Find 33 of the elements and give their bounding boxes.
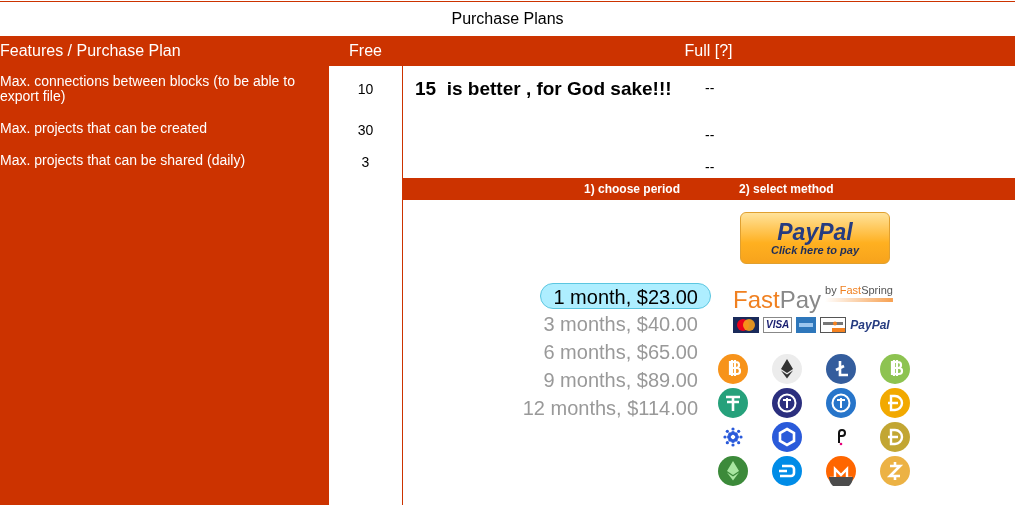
column-header: Features / Purchase Plan	[0, 42, 181, 60]
coin-icon[interactable]	[772, 388, 802, 418]
table-cell: --	[705, 127, 715, 145]
promo-note: 15 is better , for God sake!!!	[415, 78, 672, 99]
coin-icon[interactable]	[826, 456, 856, 486]
table-cell-text: 3	[361, 154, 370, 172]
fastpay-logo[interactable]: FastPay	[733, 288, 822, 312]
paypal-button[interactable]: PayPal Click here to pay	[740, 212, 890, 264]
feature-label: Max. connections between blocks (to be able to export file)	[0, 74, 296, 104]
amex-icon	[796, 317, 817, 333]
period-option[interactable]: 3 months, $40.00	[530, 309, 711, 337]
coin-icon[interactable]	[772, 354, 802, 384]
table-cell-text: 30	[357, 122, 374, 140]
period-option[interactable]: 6 months, $65.00	[530, 337, 711, 365]
column-header: Free	[349, 42, 382, 60]
coin-icon[interactable]	[826, 354, 856, 384]
period-option[interactable]: 1 month, $23.00	[540, 283, 711, 309]
feature-label: Max. projects that can be created	[0, 121, 208, 136]
table-cell-text: 10	[357, 81, 374, 99]
page-title: Purchase Plans	[451, 10, 564, 28]
period-option[interactable]: 9 months, $89.00	[530, 365, 711, 393]
table-cell-text: --	[705, 80, 715, 98]
table-cell-text: --	[705, 159, 715, 177]
step-label: 2) select method	[739, 182, 834, 196]
fastspring-label: by FastSpring	[825, 284, 893, 302]
visa-logo: VISA	[763, 317, 793, 333]
step-label: 1) choose period	[584, 182, 682, 196]
discover-icon	[820, 317, 847, 333]
mastercard-icon	[733, 317, 759, 333]
paypal-logo: PayPal	[850, 318, 890, 332]
feature-label: Max. projects that can be shared (daily)	[0, 153, 247, 168]
period-option[interactable]: 12 months, $114.00	[509, 393, 711, 421]
column-header[interactable]: Full [?]	[684, 42, 733, 60]
